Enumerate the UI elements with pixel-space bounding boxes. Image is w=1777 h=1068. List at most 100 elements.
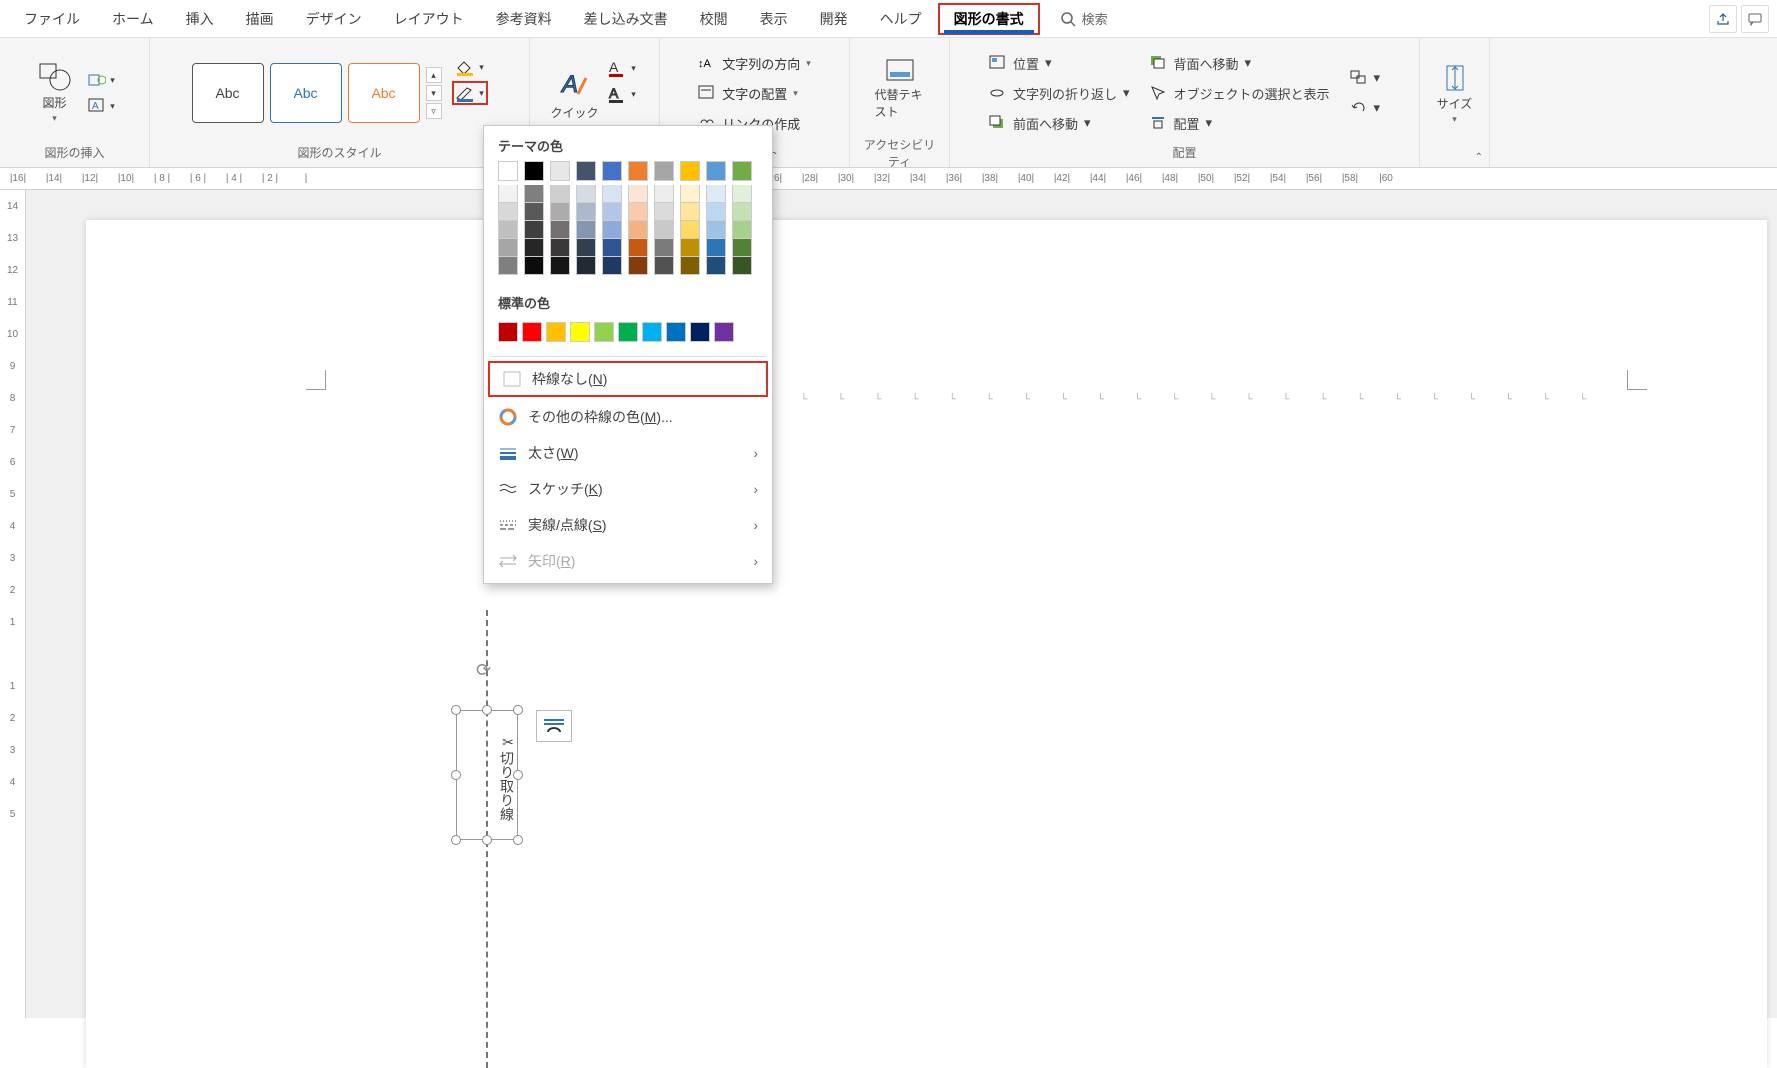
resize-handle[interactable] (451, 770, 461, 780)
text-box-button[interactable]: A▾ (84, 94, 120, 118)
color-swatch[interactable] (602, 185, 622, 203)
align-text-button[interactable]: 文字の配置▾ (698, 80, 798, 106)
color-swatch[interactable] (706, 257, 726, 275)
alt-text-button[interactable]: 代替テキスト (875, 44, 925, 134)
color-swatch[interactable] (732, 239, 752, 257)
color-swatch[interactable] (524, 185, 544, 203)
edit-shape-button[interactable]: ▾ (84, 68, 120, 92)
dashes-item[interactable]: 実線/点線(S) › (484, 507, 772, 543)
color-swatch[interactable] (628, 239, 648, 257)
selection-pane-button[interactable]: オブジェクトの選択と表示 (1150, 80, 1330, 106)
color-swatch[interactable] (714, 322, 734, 342)
color-swatch[interactable] (654, 203, 674, 221)
color-swatch[interactable] (602, 221, 622, 239)
color-swatch[interactable] (576, 221, 596, 239)
color-swatch[interactable] (628, 161, 648, 181)
color-swatch[interactable] (680, 257, 700, 275)
bring-forward-button[interactable]: 前面へ移動▾ (989, 110, 1130, 136)
color-swatch[interactable] (602, 161, 622, 181)
resize-handle[interactable] (513, 770, 523, 780)
document-area[interactable]: └└└└└└└└└└└└└└└└└└└└└└└└ ⟳ ✂切り取り線 (26, 190, 1777, 1018)
color-swatch[interactable] (524, 161, 544, 181)
color-swatch[interactable] (706, 221, 726, 239)
color-swatch[interactable] (654, 185, 674, 203)
color-swatch[interactable] (570, 322, 590, 342)
color-swatch[interactable] (524, 221, 544, 239)
color-swatch[interactable] (576, 257, 596, 275)
tab-design[interactable]: デザイン (290, 3, 378, 35)
color-swatch[interactable] (654, 239, 674, 257)
color-swatch[interactable] (642, 322, 662, 342)
rotate-handle[interactable]: ⟳ (476, 660, 491, 681)
gallery-down[interactable]: ▾ (426, 85, 442, 101)
color-swatch[interactable] (706, 161, 726, 181)
color-swatch[interactable] (680, 185, 700, 203)
weight-item[interactable]: 太さ(W) › (484, 435, 772, 471)
color-swatch[interactable] (576, 239, 596, 257)
color-swatch[interactable] (732, 161, 752, 181)
color-swatch[interactable] (550, 257, 570, 275)
tab-shape-format[interactable]: 図形の書式 (938, 3, 1040, 35)
tab-draw[interactable]: 描画 (230, 3, 290, 35)
resize-handle[interactable] (513, 835, 523, 845)
color-swatch[interactable] (522, 322, 542, 342)
tab-layout[interactable]: レイアウト (378, 3, 480, 35)
resize-handle[interactable] (451, 705, 461, 715)
share-button[interactable] (1709, 5, 1737, 33)
color-swatch[interactable] (524, 203, 544, 221)
color-swatch[interactable] (680, 161, 700, 181)
color-swatch[interactable] (594, 322, 614, 342)
color-swatch[interactable] (628, 203, 648, 221)
color-swatch[interactable] (576, 203, 596, 221)
color-swatch[interactable] (498, 322, 518, 342)
color-swatch[interactable] (498, 221, 518, 239)
tab-view[interactable]: 表示 (744, 3, 804, 35)
color-swatch[interactable] (732, 257, 752, 275)
color-swatch[interactable] (602, 257, 622, 275)
comments-button[interactable] (1741, 5, 1769, 33)
color-swatch[interactable] (602, 203, 622, 221)
color-swatch[interactable] (550, 161, 570, 181)
style-preset-3[interactable]: Abc (348, 63, 420, 123)
color-swatch[interactable] (498, 161, 518, 181)
color-swatch[interactable] (628, 221, 648, 239)
color-swatch[interactable] (732, 221, 752, 239)
wrap-text-button[interactable]: 文字列の折り返し▾ (989, 80, 1130, 106)
text-fill-button[interactable]: A▾ (604, 56, 640, 80)
color-swatch[interactable] (602, 239, 622, 257)
color-swatch[interactable] (654, 161, 674, 181)
color-swatch[interactable] (628, 257, 648, 275)
vertical-ruler[interactable]: 141312111098765432112345 (0, 190, 26, 1018)
no-outline-item[interactable]: 枠線なし(N) (488, 361, 768, 397)
color-swatch[interactable] (618, 322, 638, 342)
color-swatch[interactable] (524, 239, 544, 257)
color-swatch[interactable] (576, 161, 596, 181)
color-swatch[interactable] (498, 203, 518, 221)
color-swatch[interactable] (666, 322, 686, 342)
resize-handle[interactable] (482, 835, 492, 845)
tab-developer[interactable]: 開発 (804, 3, 864, 35)
position-button[interactable]: 位置▾ (989, 50, 1130, 76)
tab-mailings[interactable]: 差し込み文書 (568, 3, 684, 35)
style-preset-2[interactable]: Abc (270, 63, 342, 123)
shape-fill-button[interactable]: ▾ (452, 55, 488, 79)
color-swatch[interactable] (550, 185, 570, 203)
tab-file[interactable]: ファイル (8, 3, 96, 35)
color-swatch[interactable] (546, 322, 566, 342)
color-swatch[interactable] (498, 257, 518, 275)
color-swatch[interactable] (732, 185, 752, 203)
color-swatch[interactable] (654, 221, 674, 239)
tab-help[interactable]: ヘルプ (864, 3, 938, 35)
color-swatch[interactable] (732, 203, 752, 221)
color-swatch[interactable] (576, 185, 596, 203)
gallery-up[interactable]: ▴ (426, 67, 442, 83)
resize-handle[interactable] (482, 705, 492, 715)
selected-textbox[interactable]: ✂切り取り線 (456, 710, 518, 840)
style-preset-1[interactable]: Abc (192, 63, 264, 123)
color-swatch[interactable] (550, 239, 570, 257)
layout-options-button[interactable] (536, 710, 572, 742)
sketch-item[interactable]: スケッチ(K) › (484, 471, 772, 507)
size-button[interactable]: サイズ ▾ (1430, 49, 1480, 139)
color-swatch[interactable] (498, 239, 518, 257)
shape-outline-button[interactable]: ▾ (452, 81, 488, 105)
